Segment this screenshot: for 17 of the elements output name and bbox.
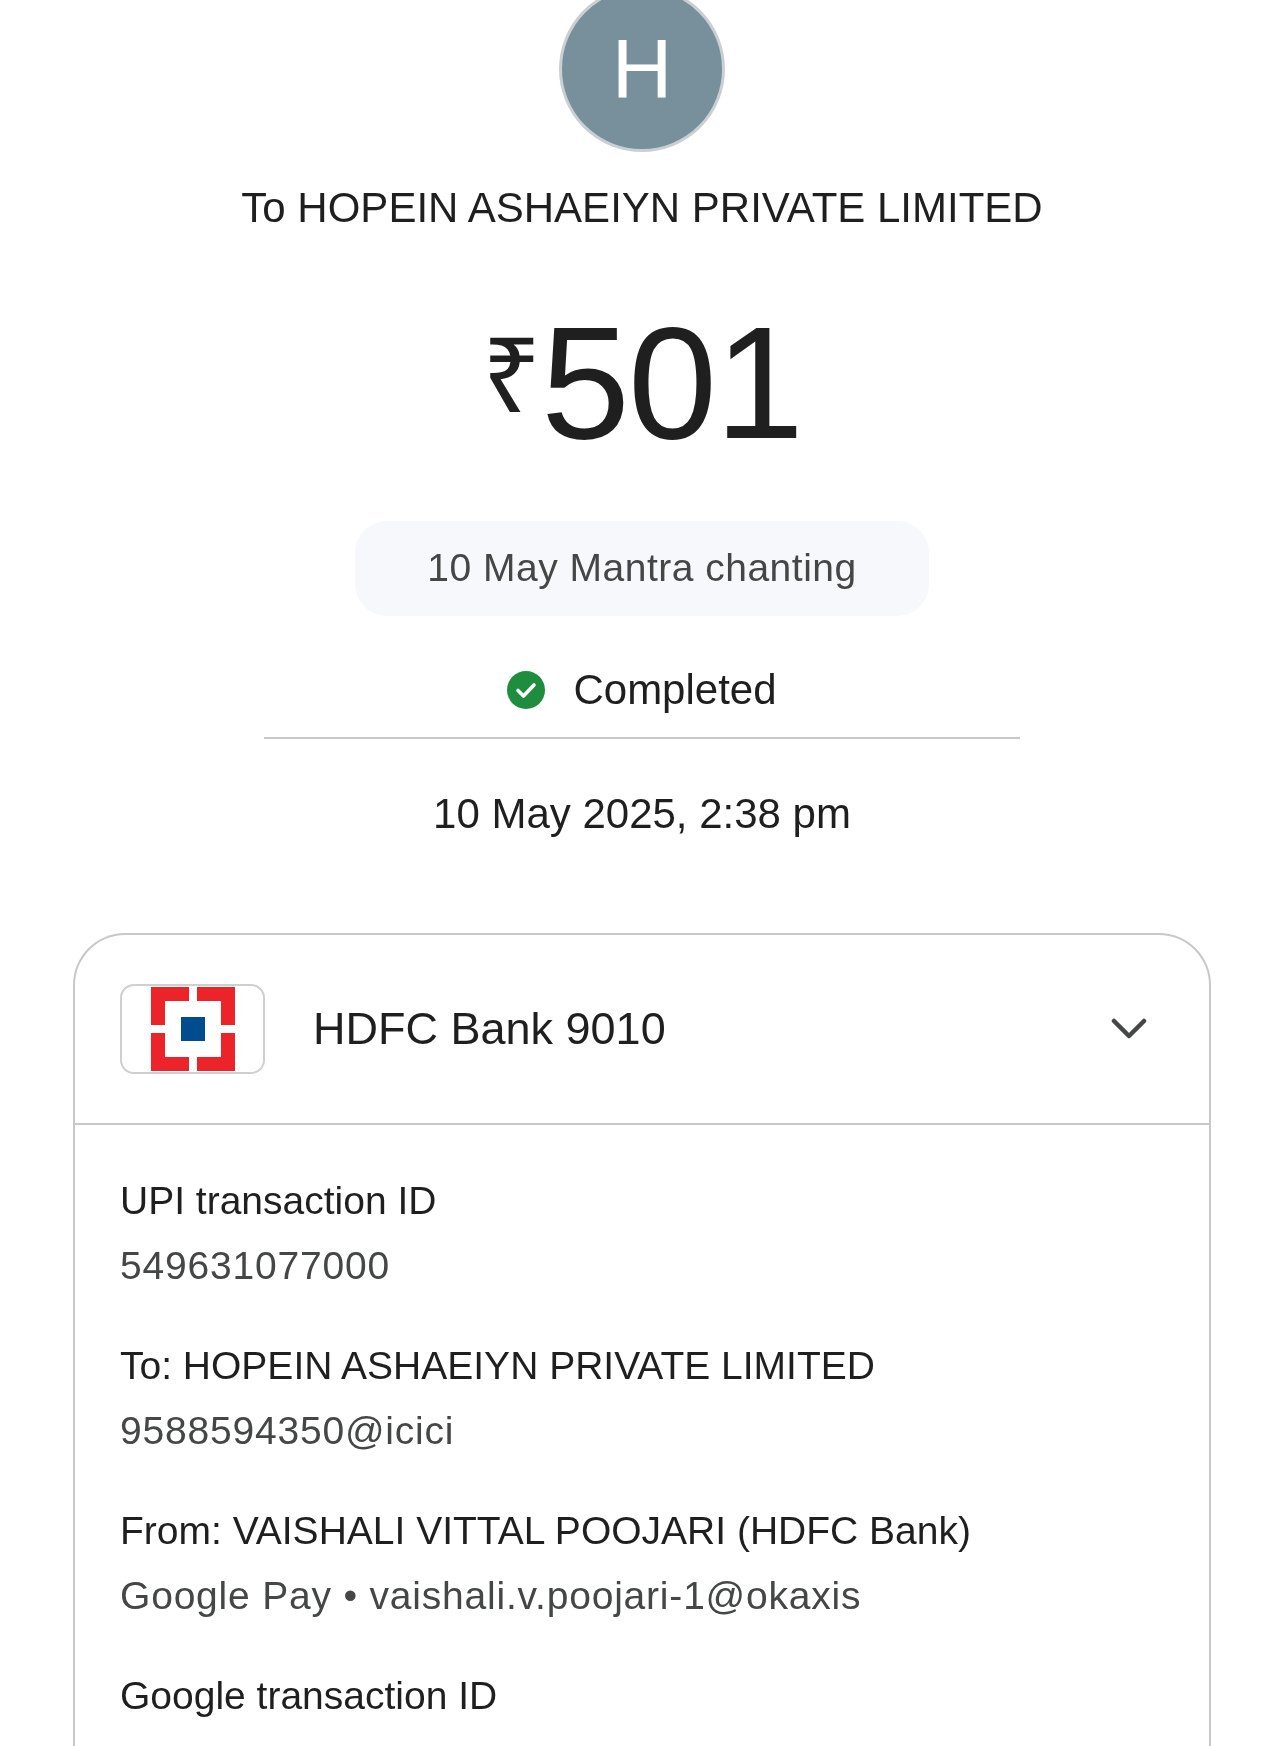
amount-text: $^{₹}$501 (482, 303, 802, 463)
detail-label: UPI transaction ID (120, 1178, 438, 1224)
detail-value: 9588594350@icici (120, 1408, 456, 1454)
bank-account-name: HDFC Bank 9010 (313, 1002, 666, 1057)
chevron-down-icon[interactable] (1111, 1018, 1147, 1040)
detail-label: Google transaction ID (120, 1673, 499, 1719)
detail-value: Google Pay • vaishali.v.poojari-1@okaxis (120, 1573, 863, 1619)
avatar: H (559, 0, 725, 152)
status-text: Completed (573, 666, 777, 714)
detail-value: 549631077000 (120, 1243, 391, 1289)
payment-note: 10 May Mantra chanting (355, 521, 929, 616)
recipient-title: To HOPEIN ASHAEIYN PRIVATE LIMITED (241, 183, 1043, 233)
detail-label: To: HOPEIN ASHAEIYN PRIVATE LIMITED (120, 1343, 876, 1389)
transaction-date: 10 May 2025, 2:38 pm (433, 790, 851, 838)
bank-logo-icon (120, 984, 265, 1074)
detail-label: From: VAISHALI VITTAL POOJARI (HDFC Bank) (120, 1508, 972, 1554)
check-circle-icon (507, 671, 546, 709)
